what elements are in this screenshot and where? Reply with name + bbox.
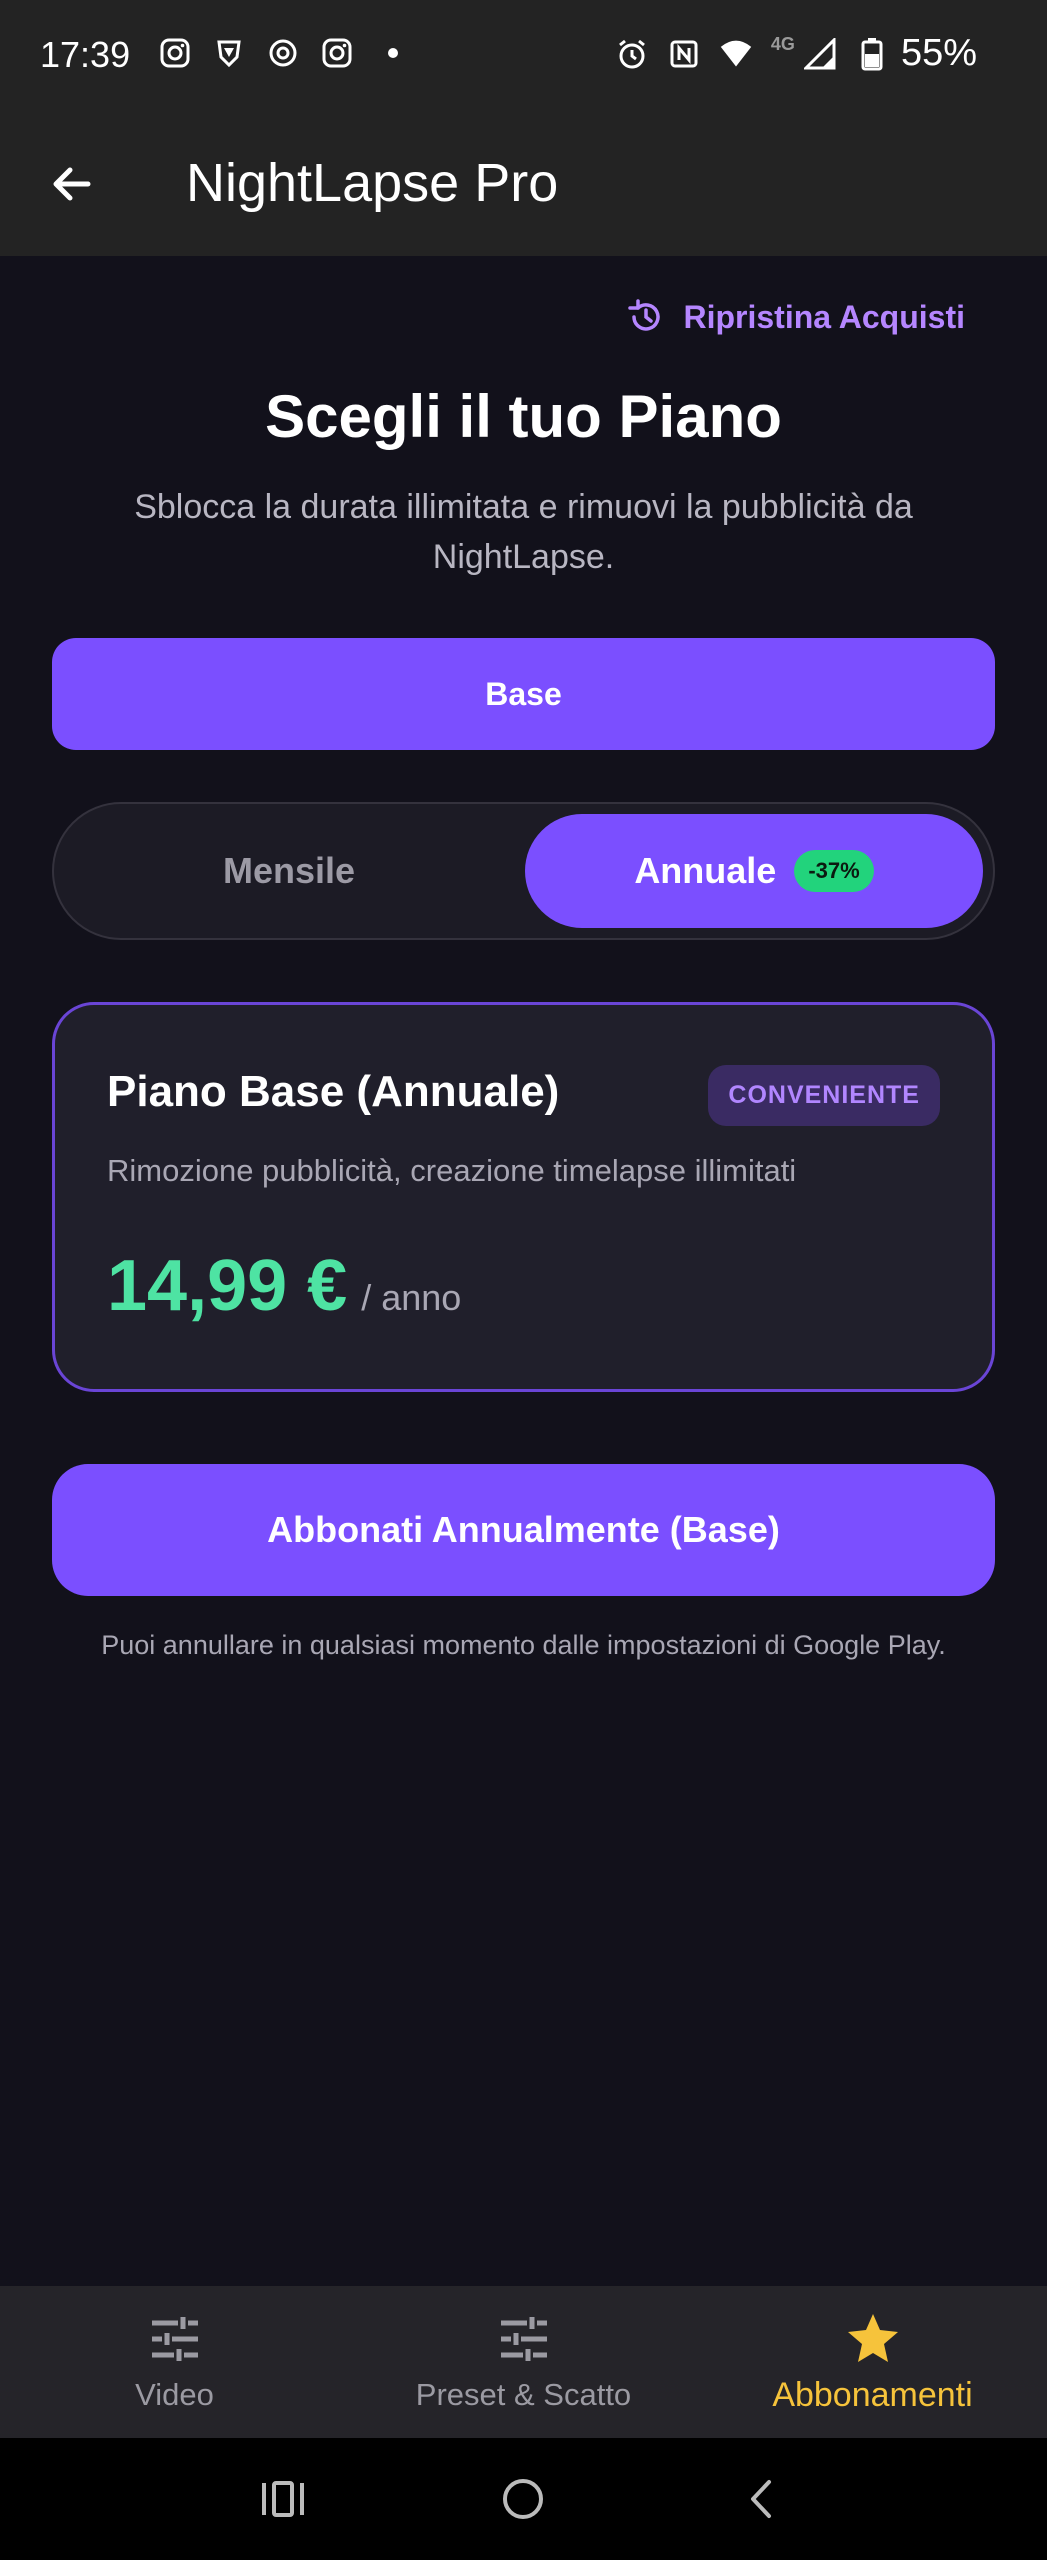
plan-period: / anno	[361, 1277, 462, 1318]
wifi-icon	[719, 37, 753, 71]
system-icons: 4G 55%	[615, 32, 977, 75]
cancel-note: Puoi annullare in qualsiasi momento dall…	[101, 1630, 946, 1660]
threads-icon	[266, 36, 300, 70]
nav-item-subscriptions[interactable]: Abbonamenti	[698, 2286, 1047, 2438]
nfc-icon	[667, 37, 701, 71]
history-icon	[628, 299, 661, 331]
nav-item-video[interactable]: Video	[0, 2286, 349, 2438]
more-notifications-dot	[388, 48, 398, 58]
nav-label-subscriptions: Abbonamenti	[772, 2375, 973, 2414]
home-button[interactable]	[492, 2468, 554, 2530]
billing-period-toggle: Mensile Annuale -37%	[52, 802, 995, 940]
sliders-icon	[496, 2311, 552, 2367]
status-time: 17:39	[40, 34, 131, 75]
tier-label: Base	[485, 675, 562, 712]
app-title: NightLapse Pro	[186, 153, 559, 213]
battery-icon	[855, 37, 889, 71]
notification-icons	[158, 36, 398, 70]
chevron-left-icon	[751, 2480, 771, 2518]
nav-item-preset[interactable]: Preset & Scatto	[349, 2286, 698, 2438]
recent-apps-button[interactable]	[252, 2468, 314, 2530]
restore-purchases-label: Ripristina Acquisti	[683, 298, 965, 335]
page-subtitle: Sblocca la durata illimitata e rimuovi l…	[134, 488, 913, 576]
status-bar: 17:39 4G 55%	[0, 0, 1047, 112]
back-button[interactable]	[40, 152, 104, 216]
monthly-option[interactable]: Mensile	[54, 804, 524, 938]
screen: 17:39 4G 55% NightLapse Pro Ripristina A…	[0, 0, 1047, 2560]
sliders-icon	[147, 2311, 203, 2367]
battery-percent: 55%	[900, 32, 977, 74]
recent-apps-icon	[262, 2481, 304, 2517]
plan-card: Piano Base (Annuale) CONVENIENTE Rimozio…	[52, 1002, 995, 1392]
discount-badge: -37%	[794, 850, 874, 892]
bottom-navigation: Video Preset & Scatto Abbonamenti	[0, 2286, 1047, 2438]
system-navigation-bar	[0, 2438, 1047, 2560]
plan-price-row: 14,99 € / anno	[107, 1245, 461, 1327]
brave-icon	[212, 36, 246, 70]
plan-name: Piano Base (Annuale)	[107, 1067, 560, 1116]
signal-icon	[803, 37, 837, 71]
nav-label-preset: Preset & Scatto	[415, 2377, 632, 2412]
plan-price: 14,99 €	[107, 1246, 348, 1326]
plan-description: Rimozione pubblicità, creazione timelaps…	[107, 1153, 797, 1188]
star-icon	[845, 2310, 901, 2366]
subscribe-button[interactable]: Abbonati Annualmente (Base)	[52, 1464, 995, 1596]
instagram-icon	[320, 36, 354, 70]
system-back-button[interactable]	[730, 2468, 792, 2530]
alarm-icon	[615, 37, 649, 71]
nav-label-video: Video	[135, 2377, 214, 2412]
home-circle-icon	[503, 2479, 543, 2519]
monthly-label: Mensile	[222, 850, 356, 891]
app-bar: NightLapse Pro	[0, 112, 1047, 256]
arrow-left-icon	[53, 167, 91, 201]
annual-option[interactable]: Annuale -37%	[525, 814, 983, 928]
plan-badge: CONVENIENTE	[708, 1065, 940, 1126]
page-title: Scegli il tuo Piano	[265, 383, 782, 450]
instagram-icon	[158, 36, 192, 70]
network-type: 4G	[770, 34, 795, 54]
subscribe-label: Abbonati Annualmente (Base)	[267, 1509, 780, 1550]
tier-base-button[interactable]: Base	[52, 638, 995, 750]
annual-label: Annuale	[634, 850, 777, 891]
restore-purchases-link[interactable]: Ripristina Acquisti	[627, 298, 965, 336]
